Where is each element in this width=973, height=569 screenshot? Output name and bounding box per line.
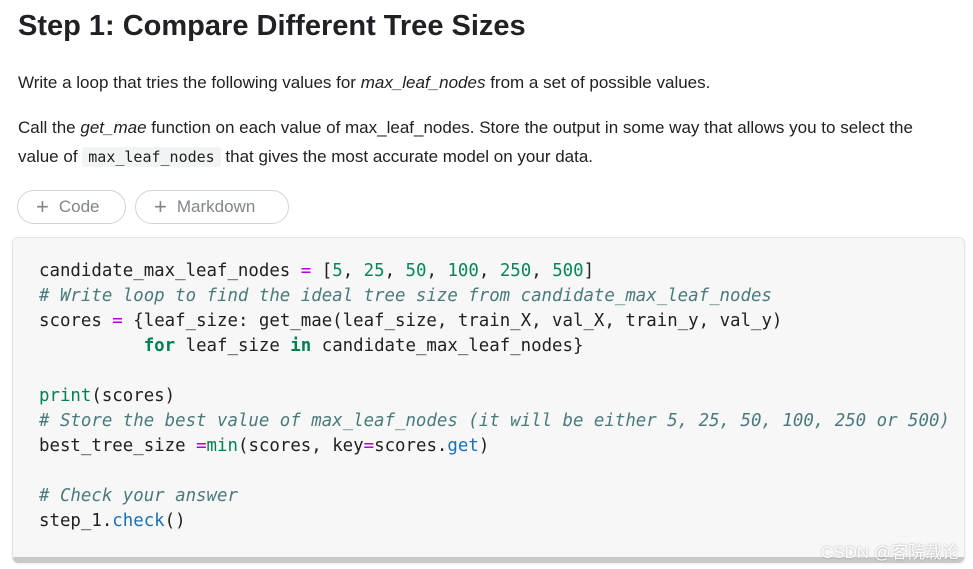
instruction-emphasis: max_leaf_nodes [360, 73, 486, 92]
plus-icon: + [36, 194, 49, 219]
instruction-text: Write a loop that tries the following va… [18, 73, 361, 92]
watermark: CSDN @客院载论 [820, 543, 959, 562]
code-line-3: scores = {leaf_size: get_mae(leaf_size, … [39, 311, 783, 331]
code-cell[interactable]: candidate_max_leaf_nodes = [5, 25, 50, 1… [12, 237, 965, 563]
plus-icon: + [154, 194, 167, 219]
code-line-8: best_tree_size =min(scores, key=scores.g… [39, 436, 490, 456]
code-line-6: print(scores) [39, 386, 176, 406]
code-editor[interactable]: candidate_max_leaf_nodes = [5, 25, 50, 1… [39, 259, 950, 534]
code-line-7-comment: # Store the best value of max_leaf_nodes… [39, 411, 950, 431]
add-markdown-cell-button[interactable]: + Markdown [135, 190, 289, 224]
instruction-text: function on each value of max_leaf_nodes… [146, 118, 913, 137]
code-line-10-comment: # Check your answer [39, 486, 238, 506]
section-title: Step 1: Compare Different Tree Sizes [18, 10, 526, 42]
instruction-emphasis: get_mae [80, 118, 147, 137]
code-line-11: step_1.check() [39, 511, 186, 531]
code-line-2-comment: # Write loop to find the ideal tree size… [39, 286, 772, 306]
instruction-paragraph-2-line-1: Call the get_mae function on each value … [18, 113, 913, 142]
add-code-cell-label: Code [58, 197, 100, 216]
inline-code: max_leaf_nodes [82, 147, 221, 167]
code-line-1: candidate_max_leaf_nodes = [5, 25, 50, 1… [39, 261, 595, 281]
instruction-paragraph-2-line-2: value of max_leaf_nodes that gives the m… [18, 142, 593, 172]
add-code-cell-button[interactable]: + Code [17, 190, 126, 224]
code-line-4: for leaf_size in candidate_max_leaf_node… [143, 336, 584, 356]
instruction-text: Call the [18, 118, 81, 137]
instruction-paragraph-1: Write a loop that tries the following va… [18, 68, 710, 97]
instruction-text: from a set of possible values. [485, 73, 711, 92]
instruction-text: that gives the most accurate model on yo… [220, 147, 594, 166]
instruction-text: value of [18, 147, 83, 166]
add-markdown-cell-label: Markdown [176, 197, 256, 216]
